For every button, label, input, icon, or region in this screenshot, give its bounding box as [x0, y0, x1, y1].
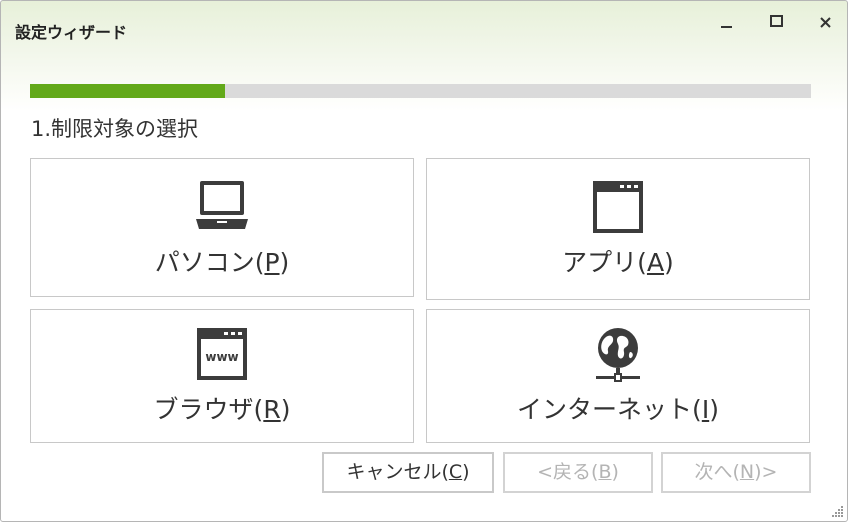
- close-button[interactable]: [810, 9, 840, 37]
- minimize-icon: [721, 26, 732, 28]
- next-button[interactable]: 次へ(N)>: [661, 452, 811, 493]
- laptop-icon: [196, 181, 248, 229]
- pc-option-tile[interactable]: パソコン(P): [30, 158, 414, 297]
- minimize-button[interactable]: [711, 9, 741, 37]
- browser-www-icon: www: [197, 328, 247, 380]
- app-window-icon: [593, 181, 643, 233]
- browser-option-label: ブラウザ(R): [153, 395, 291, 424]
- svg-text:www: www: [205, 350, 238, 364]
- internet-option-tile[interactable]: インターネット(I): [426, 309, 810, 443]
- pc-option-label: パソコン(P): [154, 248, 290, 277]
- globe-network-icon: [596, 328, 640, 382]
- back-button[interactable]: <戻る(B): [503, 452, 653, 493]
- cancel-button[interactable]: キャンセル(C): [322, 452, 494, 493]
- internet-option-label: インターネット(I): [517, 395, 719, 424]
- app-option-tile[interactable]: アプリ(A): [426, 158, 810, 300]
- window-title: 設定ウィザード: [15, 23, 128, 42]
- step-title: 1.制限対象の選択: [31, 117, 199, 141]
- wizard-window: 設定ウィザード 1.制限対象の選択 パソコン(P) アプリ(A) www ブラウ…: [0, 0, 848, 522]
- maximize-button[interactable]: [761, 9, 791, 37]
- progress-fill: [30, 84, 226, 98]
- maximize-icon: [770, 15, 783, 27]
- close-icon: [820, 17, 831, 28]
- progress-bar: [30, 84, 811, 98]
- resize-grip-icon[interactable]: [830, 504, 844, 518]
- app-option-label: アプリ(A): [562, 248, 674, 277]
- browser-option-tile[interactable]: www ブラウザ(R): [30, 309, 414, 443]
